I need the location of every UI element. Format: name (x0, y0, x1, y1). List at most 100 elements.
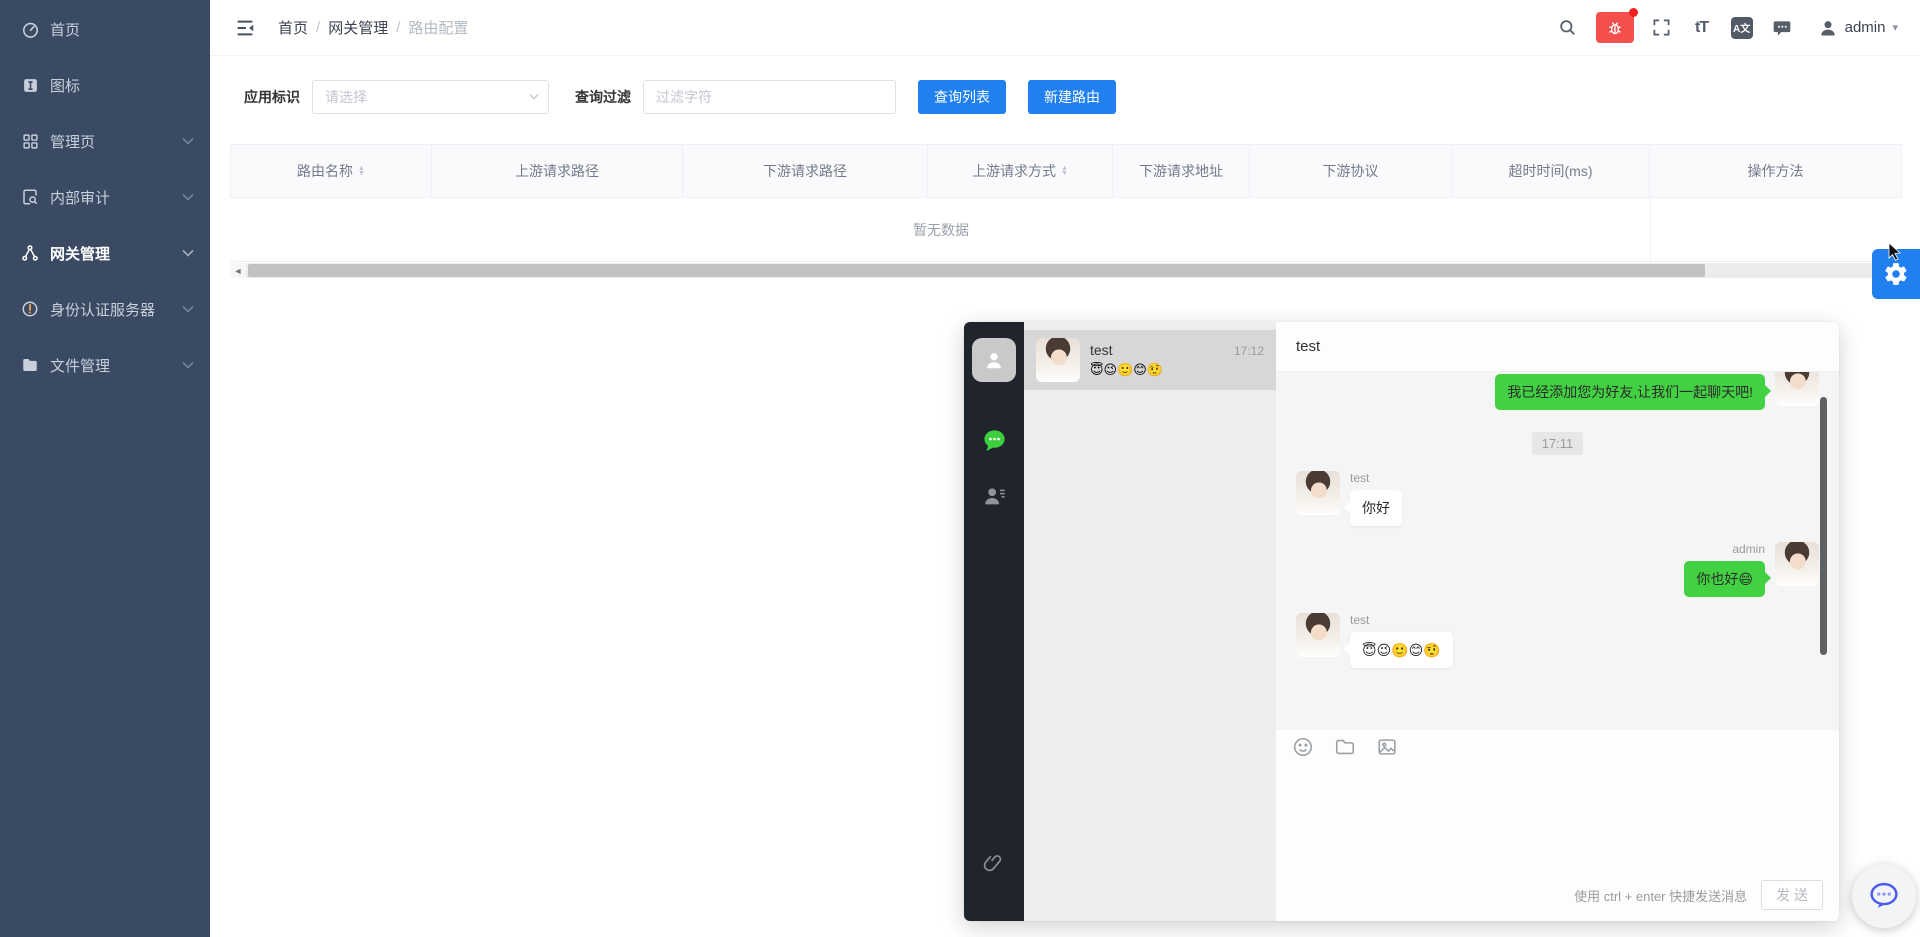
sidebar-item-home[interactable]: 首页 (0, 8, 210, 50)
col-downstream-protocol: 下游协议 (1250, 145, 1452, 197)
contact-avatar (1036, 338, 1080, 382)
message-bubble: 你好 (1350, 490, 1402, 526)
message-sent: admin 你也好😄 (1296, 542, 1819, 597)
col-timeout: 超时时间(ms) (1452, 145, 1650, 197)
col-downstream-address: 下游请求地址 (1113, 145, 1250, 197)
dashboard-icon (20, 19, 40, 39)
rail-avatar[interactable] (972, 338, 1016, 382)
bug-button[interactable] (1596, 12, 1634, 43)
sender-name: test (1350, 613, 1369, 627)
breadcrumb-gateway[interactable]: 网关管理 (328, 17, 388, 38)
auth-server-icon (20, 299, 40, 319)
scrollbar-thumb[interactable] (248, 264, 1705, 277)
chat-main: test 我已经添加您为好友,让我们一起聊天吧! 17:11 test 你好 (1276, 322, 1839, 921)
contact-list: test 17:12 😇😉🙂😊🤨 (1024, 322, 1276, 921)
sort-icon[interactable]: ▲▼ (358, 166, 365, 176)
chat-rail (964, 322, 1024, 921)
user-menu[interactable]: admin ▾ (1818, 18, 1898, 38)
folder-icon (20, 355, 40, 375)
bug-icon (1606, 19, 1624, 37)
breadcrumb-home[interactable]: 首页 (278, 17, 308, 38)
app-id-select[interactable] (312, 80, 549, 114)
chevron-down-icon (182, 249, 194, 257)
send-hint: 使用 ctrl + enter 快捷发送消息 (1574, 886, 1747, 905)
scrollbar-track[interactable] (246, 263, 1902, 278)
table-header-row: 路由名称 ▲▼ 上游请求路径 下游请求路径 上游请求方式 ▲▼ 下游请求地址 下… (230, 144, 1902, 198)
topbar: 首页 / 网关管理 / 路由配置 tT A文 (210, 0, 1920, 56)
sidebar-item-internal-audit[interactable]: 内部审计 (0, 176, 210, 218)
app-root: 首页 图标 管理页 内部审计 网关管理 (0, 0, 1920, 937)
sidebar-item-admin-pages[interactable]: 管理页 (0, 120, 210, 162)
chat-panel: test 17:12 😇😉🙂😊🤨 test 我已经添加您为好友,让我们一起聊天吧… (964, 322, 1839, 921)
message-bubble: 你也好😄 (1684, 561, 1765, 597)
query-list-button[interactable]: 查询列表 (918, 80, 1006, 114)
message-avatar (1775, 542, 1819, 586)
sidebar-item-icons[interactable]: 图标 (0, 64, 210, 106)
translate-icon[interactable]: A文 (1730, 16, 1754, 40)
chevron-down-icon (182, 193, 194, 201)
font-size-icon[interactable]: tT (1690, 16, 1714, 40)
topbar-actions: tT A文 admin ▾ (1556, 12, 1898, 43)
message-input[interactable] (1276, 764, 1839, 875)
menu-collapse-icon[interactable] (234, 17, 256, 39)
sidebar-item-file-management[interactable]: 文件管理 (0, 344, 210, 386)
user-placeholder-icon (983, 349, 1005, 371)
time-chip: 17:11 (1532, 432, 1584, 455)
send-button[interactable]: 发 送 (1761, 880, 1823, 910)
settings-fab[interactable] (1872, 249, 1920, 299)
filter-input[interactable] (643, 80, 896, 114)
sidebar-item-auth-server[interactable]: 身份认证服务器 (0, 288, 210, 330)
chevron-down-icon (182, 137, 194, 145)
sidebar: 首页 图标 管理页 内部审计 网关管理 (0, 0, 210, 937)
col-upstream-method[interactable]: 上游请求方式 ▲▼ (928, 145, 1113, 197)
chat-tab-icon[interactable] (980, 426, 1008, 454)
chat-title: test (1276, 322, 1839, 372)
fullscreen-icon[interactable] (1650, 16, 1674, 40)
chevron-down-icon (182, 305, 194, 313)
message-avatar (1775, 372, 1819, 406)
sidebar-item-label: 图标 (50, 75, 194, 96)
scroll-left-arrow[interactable]: ◄ (230, 263, 246, 278)
message-icon[interactable] (1770, 16, 1794, 40)
sidebar-item-gateway[interactable]: 网关管理 (0, 232, 210, 274)
contact-name: test (1090, 342, 1113, 358)
create-route-button[interactable]: 新建路由 (1028, 80, 1116, 114)
sidebar-item-label: 管理页 (50, 131, 182, 152)
search-icon[interactable] (1556, 16, 1580, 40)
fixed-column-divider (1650, 198, 1651, 261)
message-scrollbar-thumb[interactable] (1820, 397, 1827, 655)
app-id-select-input[interactable] (312, 80, 549, 114)
filter-label: 查询过滤 (575, 87, 631, 107)
col-actions: 操作方法 (1650, 145, 1901, 197)
sidebar-item-label: 网关管理 (50, 243, 182, 264)
message-list: 我已经添加您为好友,让我们一起聊天吧! 17:11 test 你好 (1276, 372, 1839, 730)
breadcrumb-separator: / (396, 19, 400, 36)
contacts-tab-icon[interactable] (980, 482, 1008, 510)
col-upstream-path: 上游请求路径 (432, 145, 683, 197)
sidebar-item-label: 身份认证服务器 (50, 299, 182, 320)
filter-input-wrap (643, 80, 896, 114)
app-id-label: 应用标识 (244, 87, 300, 107)
message-received: test 你好 (1296, 471, 1819, 526)
letter-i-icon (20, 75, 40, 95)
sort-icon[interactable]: ▲▼ (1061, 166, 1068, 176)
composer-toolbar (1276, 730, 1839, 764)
emoji-icon[interactable] (1292, 736, 1314, 758)
message-avatar (1296, 613, 1340, 657)
col-route-name[interactable]: 路由名称 ▲▼ (231, 145, 432, 197)
notification-dot (1629, 8, 1638, 17)
chat-launcher-fab[interactable] (1852, 864, 1916, 928)
contact-preview: 😇😉🙂😊🤨 (1090, 362, 1264, 378)
message-received: test 😇😉🙂😊🤨 (1296, 613, 1819, 668)
user-name: admin (1845, 19, 1886, 36)
message-sent: 我已经添加您为好友,让我们一起聊天吧! (1296, 374, 1819, 410)
grid-icon (20, 131, 40, 151)
gateway-network-icon (20, 243, 40, 263)
paperclip-icon[interactable] (980, 849, 1008, 877)
folder-icon[interactable] (1334, 736, 1356, 758)
breadcrumb: 首页 / 网关管理 / 路由配置 (278, 17, 468, 38)
image-icon[interactable] (1376, 736, 1398, 758)
user-avatar-icon (1818, 18, 1838, 38)
sidebar-item-label: 首页 (50, 19, 194, 40)
contact-item[interactable]: test 17:12 😇😉🙂😊🤨 (1024, 330, 1276, 390)
